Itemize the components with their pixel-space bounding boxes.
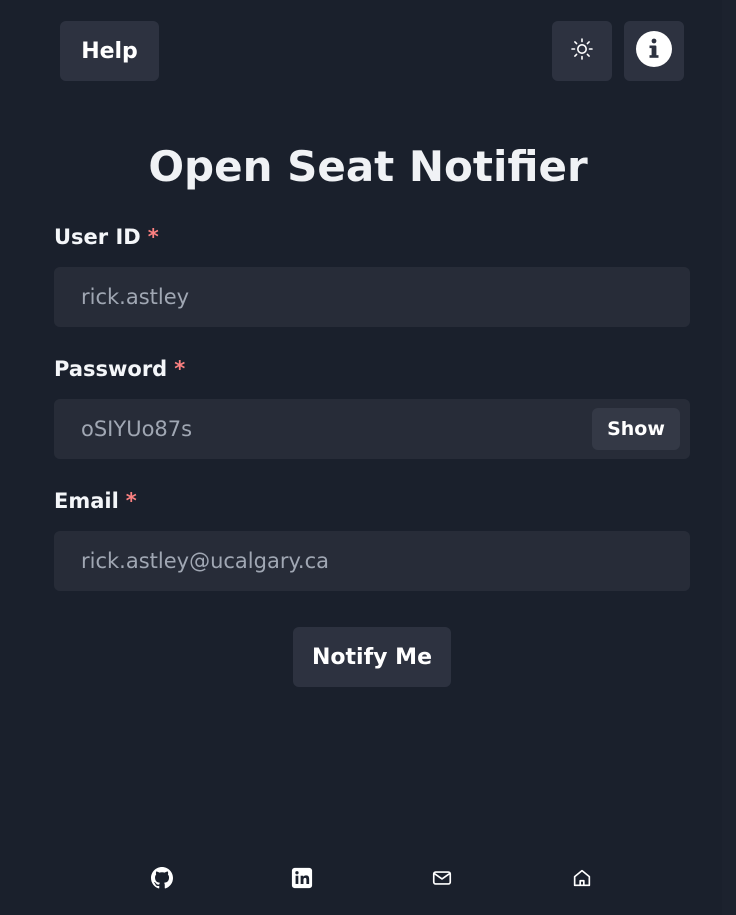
required-mark: *: [125, 489, 137, 513]
page-title: Open Seat Notifier: [148, 142, 588, 191]
linkedin-icon: [291, 867, 313, 893]
user-id-label-text: User ID: [54, 225, 141, 249]
required-mark: *: [147, 225, 159, 249]
info-icon: [635, 30, 673, 72]
email-label: Email *: [54, 489, 137, 513]
show-password-button[interactable]: Show: [592, 408, 680, 450]
notify-me-button[interactable]: Notify Me: [293, 627, 451, 687]
sun-icon: [570, 37, 594, 65]
info-button[interactable]: [624, 21, 684, 81]
user-id-label: User ID *: [54, 225, 159, 249]
github-link[interactable]: [150, 867, 174, 893]
email-input[interactable]: rick.astley@ucalgary.ca: [54, 531, 690, 591]
email-link[interactable]: [430, 868, 454, 892]
password-value: oSIYUo87s: [81, 417, 193, 441]
home-link[interactable]: [570, 868, 594, 892]
help-button[interactable]: Help: [60, 21, 159, 81]
user-id-input[interactable]: rick.astley: [54, 267, 690, 327]
password-label: Password *: [54, 357, 185, 381]
email-value: rick.astley@ucalgary.ca: [81, 549, 329, 573]
user-id-value: rick.astley: [81, 285, 190, 309]
password-label-text: Password: [54, 357, 168, 381]
home-icon: [571, 867, 593, 893]
github-icon: [151, 867, 173, 893]
page: Help Open Seat Notifier User ID * rick.a…: [0, 0, 736, 915]
theme-toggle-button[interactable]: [552, 21, 612, 81]
email-label-text: Email: [54, 489, 119, 513]
linkedin-link[interactable]: [290, 867, 314, 893]
mail-icon: [431, 867, 453, 893]
required-mark: *: [174, 357, 186, 381]
